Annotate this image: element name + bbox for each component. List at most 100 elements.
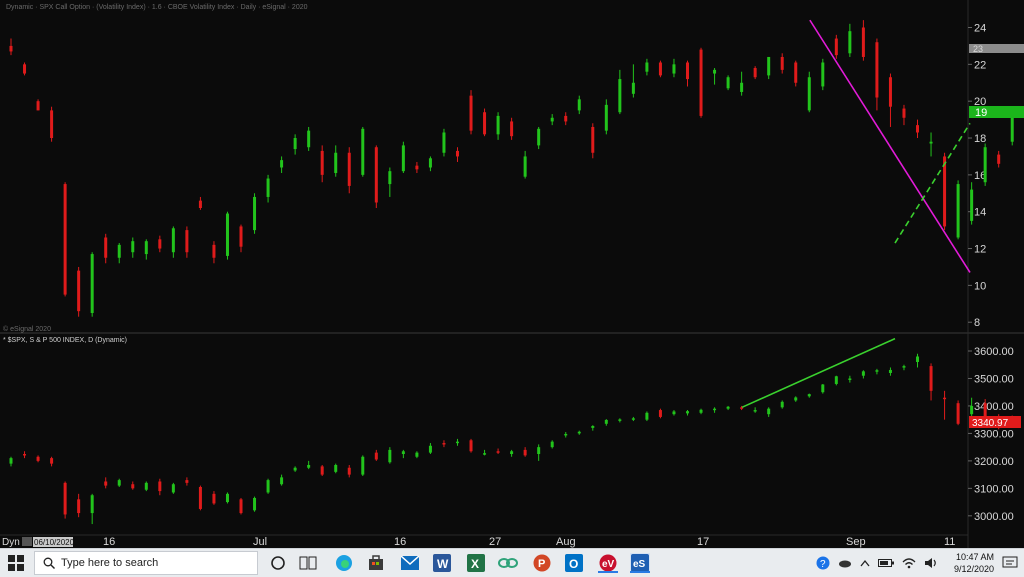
candle-body [158, 481, 162, 492]
candle [929, 132, 933, 157]
chart-window: Dynamic · SPX Call Option · (Volatility … [0, 0, 1024, 548]
candle-body [780, 401, 784, 408]
excel-icon[interactable]: X [466, 553, 486, 573]
candle [225, 492, 229, 504]
candle [496, 448, 500, 455]
candle [726, 405, 730, 411]
candle [888, 367, 892, 376]
candle [821, 58, 825, 91]
notification-icon[interactable] [1000, 553, 1020, 573]
candle [699, 47, 703, 118]
store-icon[interactable] [366, 553, 386, 573]
candle-body [23, 64, 27, 74]
candle [713, 68, 717, 85]
windows-start-icon[interactable] [6, 553, 26, 573]
candle-body [577, 99, 581, 111]
candle [280, 156, 284, 174]
x-tick: 27 [489, 536, 501, 548]
candle [212, 241, 216, 264]
candle-body [564, 433, 568, 436]
spx-green-trendline[interactable] [741, 337, 896, 409]
candle [496, 112, 500, 140]
candle-body [442, 443, 446, 445]
candle-body [740, 82, 744, 92]
link-icon[interactable] [498, 553, 518, 573]
candle [645, 58, 649, 76]
candle-body [604, 419, 608, 424]
candle [374, 145, 378, 209]
candle-body [388, 449, 392, 463]
candle-body [77, 270, 81, 312]
help-icon[interactable]: ? [816, 556, 830, 570]
candle-body [483, 112, 487, 135]
upper-y-axis: 81012141618202224 [968, 23, 986, 329]
candle [63, 481, 67, 519]
esignal-icon[interactable]: eS [630, 553, 650, 573]
volume-icon[interactable] [924, 557, 938, 569]
candle [347, 465, 351, 478]
candle [888, 73, 892, 127]
outlook-icon[interactable]: O [564, 553, 584, 573]
candle-body [198, 486, 202, 509]
word-icon[interactable]: W [432, 553, 452, 573]
candle-body [861, 371, 865, 376]
candle-body [591, 425, 595, 428]
candle-body [347, 152, 351, 186]
mail-icon[interactable] [400, 553, 420, 573]
candle-body [171, 228, 175, 253]
candle [523, 150, 527, 179]
spx-candles [9, 353, 1014, 525]
taskbar-clock[interactable]: 10:47 AM 9/12/2020 [954, 551, 994, 575]
magenta-trendline[interactable] [809, 19, 971, 273]
powerpoint-icon[interactable]: P [532, 553, 552, 573]
candle-body [604, 104, 608, 131]
candle [686, 60, 689, 87]
candle-body [834, 38, 838, 56]
candle [794, 60, 798, 87]
battery-icon[interactable] [878, 558, 894, 568]
candle [591, 425, 595, 431]
price-chart[interactable]: Dynamic · SPX Call Option · (Volatility … [0, 0, 1024, 548]
candle-body [848, 378, 852, 380]
edge-icon[interactable] [334, 553, 354, 573]
dyn-toggle-icon[interactable] [22, 537, 32, 546]
trendlines[interactable] [741, 19, 971, 409]
app-ev-icon[interactable]: eV [598, 553, 618, 573]
candle [455, 438, 459, 446]
system-tray: ? [816, 549, 946, 577]
chevron-up-icon[interactable] [860, 559, 870, 567]
candle [875, 38, 879, 111]
candle-body [36, 101, 40, 111]
candle-body [293, 138, 297, 150]
candle [564, 432, 568, 438]
candle-body [983, 147, 987, 183]
candle-body [537, 447, 541, 455]
candle [1010, 114, 1014, 146]
wifi-icon[interactable] [902, 557, 916, 569]
candle [442, 440, 446, 448]
candle [794, 396, 798, 402]
candle-body [104, 237, 108, 258]
candle-body [469, 440, 473, 452]
svg-text:23: 23 [973, 44, 983, 54]
candle-body [834, 376, 838, 384]
cortana-icon[interactable] [268, 553, 288, 573]
candle [861, 20, 865, 61]
candle [686, 410, 689, 416]
candle [510, 449, 514, 457]
candle-body [848, 31, 852, 54]
candle-body [902, 366, 906, 368]
candle [442, 128, 446, 157]
cloud-icon[interactable] [838, 558, 852, 568]
candle-body [212, 244, 216, 258]
candle-body [564, 115, 568, 122]
candle-body [496, 115, 500, 135]
task-view-icon[interactable] [298, 553, 318, 573]
lower-panel-label: * $SPX, S & P 500 INDEX, D (Dynamic) [3, 337, 127, 344]
svg-text:3340.97: 3340.97 [972, 418, 1009, 429]
candle [77, 493, 81, 518]
copyright-text: © eSignal 2020 [3, 325, 51, 333]
candle-body [131, 241, 135, 253]
taskbar-search[interactable]: Type here to search [34, 551, 258, 575]
candle-body [753, 410, 757, 412]
